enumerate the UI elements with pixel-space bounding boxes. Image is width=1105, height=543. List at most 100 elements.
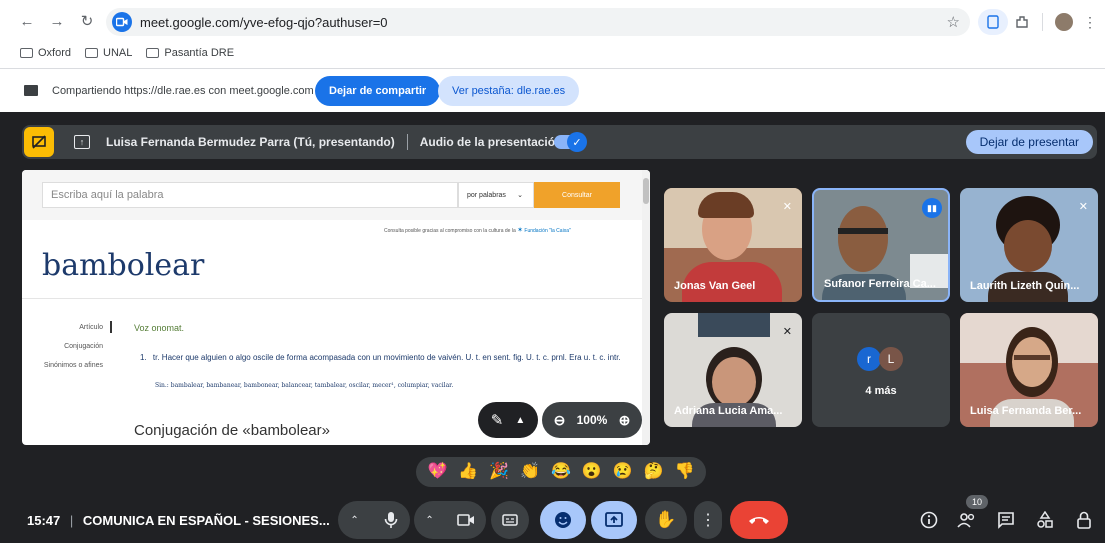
meeting-separator: | <box>69 513 74 528</box>
participant-name: Sufanor Ferreira Ca... <box>824 278 936 290</box>
present-screen-icon: ↑ <box>74 135 90 149</box>
chat-button[interactable] <box>993 507 1019 533</box>
back-icon[interactable]: ← <box>14 8 40 34</box>
present-screen-icon <box>605 512 623 527</box>
participant-tile-luisa[interactable]: Luisa Fernanda Ber... <box>960 313 1098 427</box>
reaction-thinking[interactable]: 🤔 <box>644 464 664 480</box>
screen-share-icon <box>24 85 38 96</box>
meeting-details-button[interactable] <box>916 507 942 533</box>
tab-sharing-bar: Compartiendo https://dle.rae.es con meet… <box>0 68 1105 112</box>
leave-call-button[interactable] <box>730 501 788 539</box>
presenting-divider <box>406 134 408 150</box>
captions-button[interactable] <box>491 501 529 539</box>
reaction-party[interactable]: 🎉 <box>489 464 509 480</box>
mic-off-icon: ✕ <box>782 201 792 213</box>
forward-icon[interactable]: → <box>44 8 70 34</box>
participant-name: Adriana Lucia Ama... <box>674 405 783 417</box>
reaction-heart[interactable]: 💖 <box>427 464 447 480</box>
presentation-icon <box>24 127 54 157</box>
participant-name: Jonas Van Geel <box>674 280 756 292</box>
people-button[interactable] <box>954 507 980 533</box>
reload-icon[interactable]: ↻ <box>74 8 100 34</box>
address-bar[interactable]: meet.google.com/yve-efog-qjo?authuser=0 … <box>106 8 970 36</box>
camera-control: ⌃ <box>414 501 486 539</box>
participant-tile-sufanor[interactable]: ▮▮ Sufanor Ferreira Ca... <box>812 188 950 302</box>
toolbar-divider <box>1042 13 1043 31</box>
rae-divider <box>22 298 650 299</box>
view-tab-button[interactable]: Ver pestaña: dle.rae.es <box>438 76 580 106</box>
annotate-pen-icon[interactable]: ✎ <box>491 411 504 429</box>
audio-label: Audio de la presentación <box>419 135 563 149</box>
more-participants-label: 4 más <box>865 385 897 397</box>
meeting-title[interactable]: COMUNICA EN ESPAÑOL - SESIONES... <box>83 513 330 528</box>
reaction-surprised[interactable]: 😮 <box>582 464 602 480</box>
url-text: meet.google.com/yve-efog-qjo?authuser=0 <box>140 14 388 30</box>
rae-nav-active-indicator <box>110 321 112 333</box>
activities-button[interactable] <box>1032 507 1058 533</box>
browser-menu-icon[interactable]: ⋮ <box>1080 9 1100 35</box>
profile-avatar[interactable] <box>1052 9 1076 35</box>
extensions-icon[interactable] <box>1010 9 1034 35</box>
participant-tile-jonas[interactable]: ✕ Jonas Van Geel <box>664 188 802 302</box>
avatar: r <box>857 347 881 371</box>
raise-hand-icon: ✋ <box>655 510 677 529</box>
rae-nav-article[interactable]: Artículo <box>79 324 103 331</box>
more-vert-icon: ⋮ <box>700 512 716 529</box>
reaction-sad[interactable]: 😢 <box>613 464 633 480</box>
host-controls-button[interactable] <box>1071 507 1097 533</box>
rae-sponsor-line: Consulta posible gracias al compromiso c… <box>384 227 571 234</box>
audio-options-caret-icon[interactable]: ⌃ <box>350 515 358 526</box>
microphone-icon[interactable] <box>384 511 398 529</box>
bookmark-unal[interactable]: UNAL <box>85 47 132 59</box>
zoom-out-icon[interactable]: ⊖ <box>554 412 566 429</box>
activities-icon <box>1037 511 1053 528</box>
people-icon <box>957 513 975 528</box>
stop-sharing-button[interactable]: Dejar de compartir <box>315 76 441 106</box>
reading-list-icon[interactable] <box>978 9 1008 35</box>
presentation-audio-toggle[interactable]: ✓ <box>554 132 587 152</box>
reactions-button[interactable] <box>540 501 586 539</box>
participant-name: Luisa Fernanda Ber... <box>970 405 1082 417</box>
raise-hand-button[interactable]: ✋ <box>645 501 687 539</box>
stop-presenting-button[interactable]: Dejar de presentar <box>965 130 1093 154</box>
browser-chrome: ← → ↻ meet.google.com/yve-efog-qjo?authu… <box>0 0 1105 112</box>
reaction-thumbs-up[interactable]: 👍 <box>458 464 478 480</box>
rae-nav-synonyms[interactable]: Sinónimos o afines <box>44 362 103 369</box>
scrollbar-thumb[interactable] <box>643 178 649 204</box>
rae-nav-conjugation[interactable]: Conjugación <box>64 343 103 350</box>
participant-tile-adriana[interactable]: ✕ Adriana Lucia Ama... <box>664 313 802 427</box>
bookmark-pasantia[interactable]: Pasantía DRE <box>146 47 234 59</box>
reaction-clap[interactable]: 👏 <box>520 464 540 480</box>
more-options-button[interactable]: ⋮ <box>694 501 722 539</box>
zoom-in-icon[interactable]: ⊕ <box>619 412 631 429</box>
avatar: L <box>879 347 903 371</box>
hang-up-icon <box>749 517 769 524</box>
chat-icon <box>998 512 1014 529</box>
reaction-thumbs-down[interactable]: 👎 <box>674 464 694 480</box>
more-participants-tile[interactable]: r L 4 más <box>812 313 950 427</box>
microphone-control: ⌃ <box>338 501 410 539</box>
shared-tab-view: Escriba aquí la palabra por palabras ⌄ C… <box>22 170 650 445</box>
rae-consult-button[interactable]: Consultar <box>534 182 620 208</box>
folder-icon <box>20 48 33 58</box>
emoji-icon <box>555 512 571 528</box>
present-button[interactable] <box>591 501 637 539</box>
reaction-laugh[interactable]: 😂 <box>551 464 571 480</box>
meeting-controls-bar: 15:47 | COMUNICA EN ESPAÑOL - SESIONES..… <box>0 495 1105 543</box>
participant-name: Laurith Lizeth Quin... <box>970 280 1080 292</box>
annotation-controls: ✎ ▲ <box>478 402 538 438</box>
presenter-name: Luisa Fernanda Bermudez Parra (Tú, prese… <box>106 135 395 149</box>
video-options-caret-icon[interactable]: ⌃ <box>425 515 433 526</box>
meeting-time: 15:47 <box>27 513 61 528</box>
zoom-level: 100% <box>576 413 608 427</box>
bookmarks-bar: Oxford UNAL Pasantía DRE <box>0 42 1105 64</box>
participant-tile-laurith[interactable]: ✕ Laurith Lizeth Quin... <box>960 188 1098 302</box>
caret-up-icon[interactable]: ▲ <box>515 415 525 426</box>
bookmark-star-icon[interactable]: ☆ <box>947 13 960 31</box>
rae-search-input[interactable]: Escriba aquí la palabra <box>42 182 458 208</box>
zoom-controls: ⊖ 100% ⊕ <box>542 402 642 438</box>
camera-icon[interactable] <box>456 513 475 527</box>
bookmark-oxford[interactable]: Oxford <box>20 47 71 59</box>
rae-search-mode-select[interactable]: por palabras ⌄ <box>458 182 534 208</box>
shared-tab-scrollbar[interactable] <box>642 170 650 445</box>
